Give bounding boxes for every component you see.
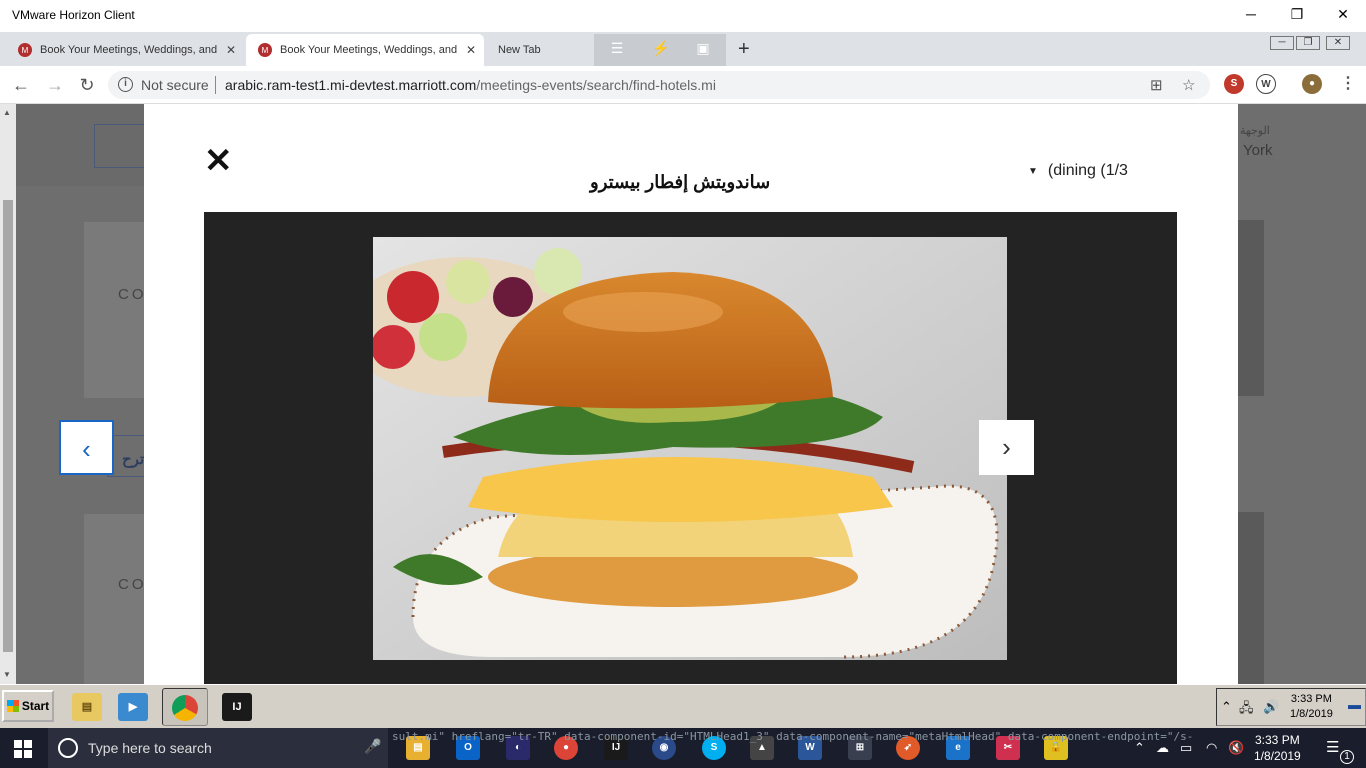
browser-restore-icon[interactable]: ❐ bbox=[1296, 36, 1320, 50]
tab-book-meetings-1[interactable]: M Book Your Meetings, Weddings, and ✕ bbox=[6, 34, 244, 66]
bg-image-1 bbox=[1238, 220, 1264, 396]
network-icon[interactable]: 🖧 bbox=[1239, 699, 1254, 721]
url-host: arabic.ram-test1.mi-devtest.marriott.com bbox=[225, 77, 477, 93]
bg-card-2-text: CO bbox=[118, 576, 147, 593]
omnibox[interactable]: i Not secure arabic.ram-test1.mi-devtest… bbox=[108, 71, 1210, 99]
extension-s-icon[interactable]: S bbox=[1224, 74, 1244, 94]
windows-start-icon[interactable] bbox=[14, 740, 32, 758]
close-modal-button[interactable]: ✕ bbox=[204, 144, 233, 178]
photo-gallery-modal: ✕ ساندويتش إفطار بيسترو ▼ (dining (1/3 bbox=[144, 104, 1238, 684]
not-secure-label: Not secure bbox=[141, 77, 209, 93]
system-date: 1/8/2019 bbox=[1254, 749, 1301, 763]
menu-icon[interactable]: ☰ bbox=[606, 40, 628, 58]
browser-close-icon[interactable]: ✕ bbox=[1326, 36, 1350, 50]
scroll-up-icon[interactable]: ▲ bbox=[3, 108, 11, 117]
tab-book-meetings-2[interactable]: M Book Your Meetings, Weddings, and ✕ bbox=[246, 34, 484, 66]
dining-dropdown-value: (dining (1/3 bbox=[1047, 162, 1128, 179]
bg-destination-value: York bbox=[1243, 142, 1273, 159]
url-divider bbox=[215, 76, 216, 94]
action-center-icon[interactable]: ☰ bbox=[1326, 738, 1339, 756]
remote-taskbar: Start ▤ ▶ IJ ⌃ 🖧 🔊 3:33 PM 1/8/2019 ▬ bbox=[0, 684, 1366, 728]
url-path: /meetings-events/search/find-hotels.mi bbox=[476, 77, 716, 93]
url-text[interactable]: arabic.ram-test1.mi-devtest.marriott.com… bbox=[225, 77, 716, 93]
background-code-overlay: sult.mi" hreflang="tr-TR" data-component… bbox=[392, 730, 1194, 743]
media-player-icon[interactable]: ▶ bbox=[118, 693, 148, 721]
page-scrollbar[interactable]: ▲ ▼ bbox=[0, 104, 16, 684]
address-bar: ← → ↻ i Not secure arabic.ram-test1.mi-d… bbox=[0, 66, 1366, 104]
tab-new-tab[interactable]: New Tab bbox=[486, 34, 594, 66]
bg-image-2 bbox=[1238, 512, 1264, 684]
close-icon[interactable]: ✕ bbox=[466, 43, 476, 57]
marriott-icon: M bbox=[258, 43, 272, 57]
mute-icon[interactable]: 🔇 bbox=[1228, 740, 1244, 756]
remote-time: 3:33 PM bbox=[1290, 693, 1332, 705]
minimize-button[interactable]: ─ bbox=[1236, 6, 1266, 22]
page-viewport: ▲ ▼ CO ترح CO الوجهة York ✕ ساندويتش إفط… bbox=[0, 104, 1366, 684]
volume-icon[interactable]: 🔊 bbox=[1263, 699, 1279, 715]
disconnect-icon[interactable]: ⚡ bbox=[650, 40, 672, 58]
bookmark-star-icon[interactable]: ☆ bbox=[1182, 76, 1195, 94]
start-button[interactable]: Start bbox=[2, 690, 54, 722]
bg-card-2 bbox=[84, 514, 144, 684]
extension-w-icon[interactable]: W bbox=[1256, 74, 1276, 94]
tray-expand-icon[interactable]: ⌃ bbox=[1221, 699, 1232, 715]
scroll-thumb[interactable] bbox=[3, 200, 13, 652]
translate-icon[interactable]: ⊞ bbox=[1150, 76, 1163, 94]
bg-card-1-text: CO bbox=[118, 286, 147, 303]
taskbar-search[interactable]: Type here to search 🎤 bbox=[48, 728, 388, 768]
wifi-icon[interactable]: ◠ bbox=[1206, 740, 1217, 756]
system-time: 3:33 PM bbox=[1255, 733, 1300, 747]
send-ctrl-alt-del-icon[interactable]: ▣ bbox=[692, 40, 714, 58]
horizon-toolbar: ☰ ⚡ ▣ bbox=[594, 34, 726, 66]
previous-photo-button[interactable]: ‹ bbox=[59, 420, 114, 475]
breakfast-sandwich-photo bbox=[373, 237, 1007, 660]
profile-avatar[interactable]: ● bbox=[1302, 74, 1322, 94]
remote-date: 1/8/2019 bbox=[1290, 708, 1333, 720]
marriott-icon: M bbox=[18, 43, 32, 57]
close-icon[interactable]: ✕ bbox=[226, 43, 236, 57]
notification-count: 1 bbox=[1340, 750, 1354, 764]
horizon-title-bar: VMware Horizon Client ─ ❐ ✕ bbox=[0, 0, 1366, 32]
reload-button[interactable]: ↻ bbox=[76, 75, 98, 96]
bg-destination-label: الوجهة bbox=[1240, 125, 1270, 137]
chrome-taskbar-icon[interactable] bbox=[162, 688, 208, 726]
system-clock[interactable]: 3:33 PM 1/8/2019 bbox=[1254, 732, 1301, 764]
new-tab-button[interactable]: + bbox=[738, 38, 750, 61]
next-photo-button[interactable]: › bbox=[979, 420, 1034, 475]
bg-button-text: ترح bbox=[122, 451, 145, 468]
tab-label: New Tab bbox=[498, 44, 541, 56]
bg-card-1 bbox=[84, 222, 144, 398]
show-desktop-icon[interactable]: ▬ bbox=[1348, 697, 1361, 712]
start-label: Start bbox=[21, 699, 50, 713]
chrome-menu-icon[interactable]: ⋮ bbox=[1338, 74, 1358, 94]
microphone-icon[interactable]: 🎤 bbox=[364, 738, 381, 755]
bg-input bbox=[94, 124, 146, 168]
tab-label: Book Your Meetings, Weddings, and bbox=[40, 44, 218, 56]
sandwich-illustration bbox=[373, 237, 1007, 660]
file-explorer-icon[interactable]: ▤ bbox=[72, 693, 102, 721]
dining-dropdown[interactable]: ▼ (dining (1/3 bbox=[1028, 162, 1128, 180]
tab-label: Book Your Meetings, Weddings, and bbox=[280, 44, 458, 56]
modal-title: ساندويتش إفطار بيسترو bbox=[590, 172, 771, 192]
close-window-button[interactable]: ✕ bbox=[1328, 6, 1358, 23]
remote-clock: 3:33 PM 1/8/2019 bbox=[1290, 692, 1333, 722]
info-icon[interactable]: i bbox=[118, 77, 133, 92]
windows-flag-icon bbox=[6, 700, 19, 712]
chevron-down-icon: ▼ bbox=[1028, 165, 1038, 177]
browser-minimize-icon[interactable]: ─ bbox=[1270, 36, 1294, 50]
window-title: VMware Horizon Client bbox=[12, 8, 135, 22]
search-placeholder: Type here to search bbox=[88, 740, 212, 756]
restore-button[interactable]: ❐ bbox=[1282, 6, 1312, 23]
back-button[interactable]: ← bbox=[10, 75, 32, 96]
scroll-down-icon[interactable]: ▼ bbox=[3, 670, 11, 679]
cortana-icon bbox=[58, 738, 78, 758]
intellij-icon[interactable]: IJ bbox=[222, 693, 252, 721]
forward-button[interactable]: → bbox=[44, 75, 66, 96]
